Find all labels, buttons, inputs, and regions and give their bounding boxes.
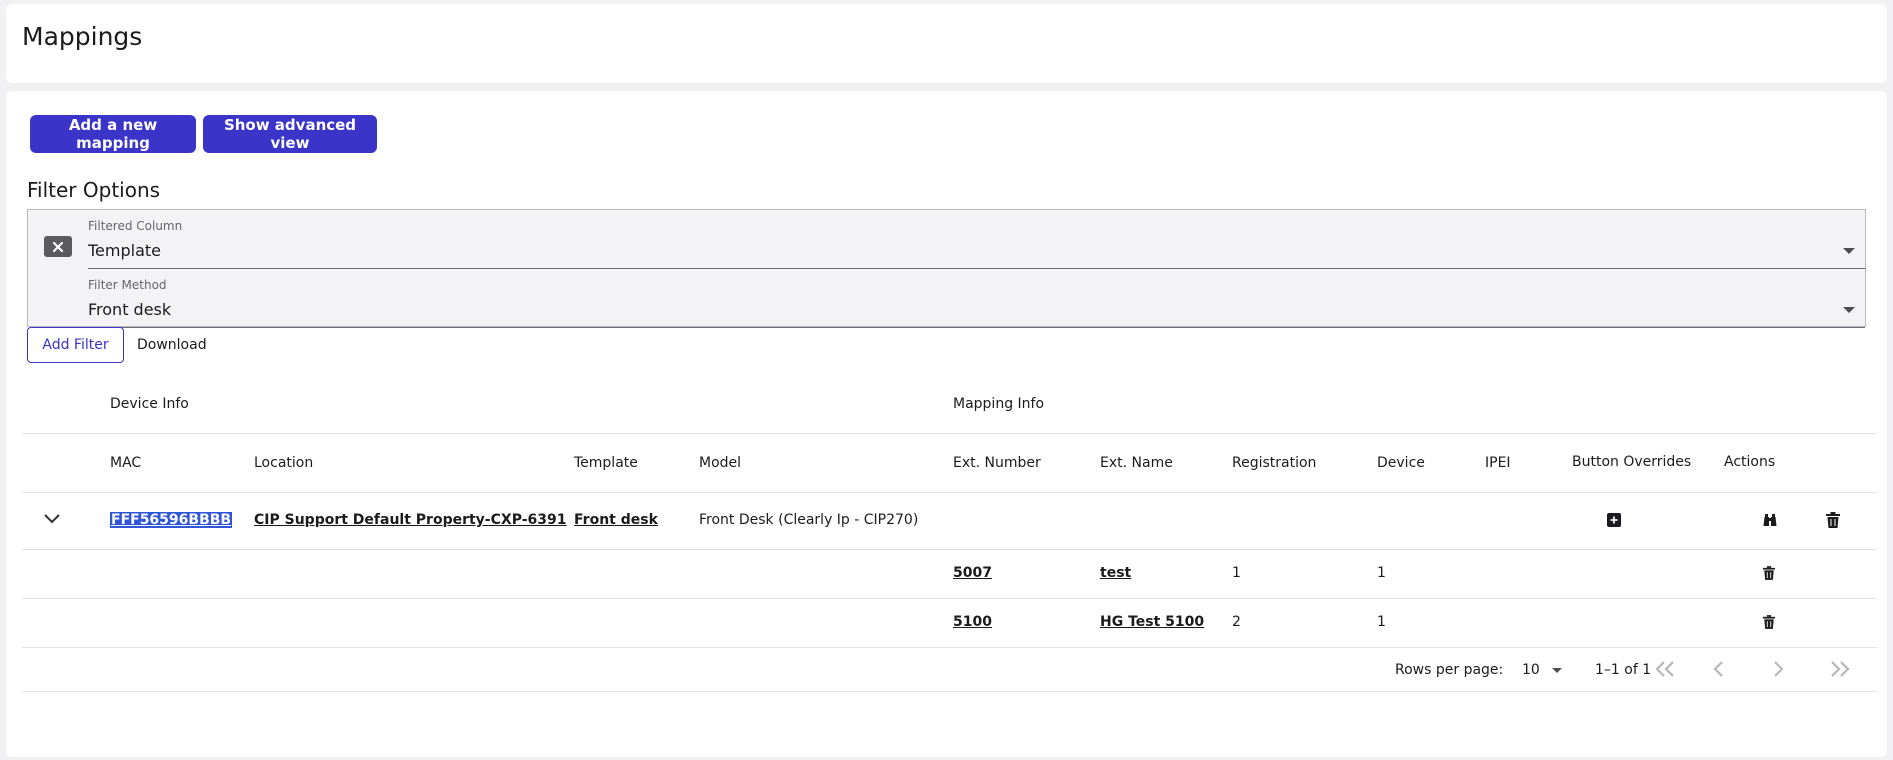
filtered-column-value: Template bbox=[88, 241, 162, 260]
ext-number-link[interactable]: 5100 bbox=[953, 614, 992, 630]
filter-method-select[interactable]: Filter Method Front desk bbox=[88, 269, 1865, 328]
ext-name-link[interactable]: test bbox=[1100, 565, 1131, 581]
chevron-down-icon bbox=[1843, 307, 1855, 313]
column-header-button-overrides: Button Overrides bbox=[1572, 454, 1692, 470]
column-header-actions: Actions bbox=[1724, 454, 1776, 470]
add-mapping-button[interactable]: Add a new mapping bbox=[30, 115, 196, 153]
chevron-down-icon bbox=[1552, 667, 1563, 673]
column-header-mac[interactable]: MAC bbox=[110, 455, 141, 471]
rows-per-page-value: 10 bbox=[1522, 662, 1540, 678]
table-row: FFF56596BBBB CIP Support Default Propert… bbox=[22, 493, 1877, 550]
filter-method-value: Front desk bbox=[88, 300, 172, 319]
add-button-override-button[interactable] bbox=[1607, 513, 1621, 527]
chevron-left-icon bbox=[1713, 661, 1723, 677]
delete-mapping-button[interactable] bbox=[1763, 566, 1775, 580]
next-page-button[interactable] bbox=[1770, 659, 1786, 679]
pagination-range: 1–1 of 1 bbox=[1595, 662, 1652, 678]
registration-value: 2 bbox=[1232, 614, 1241, 630]
chevron-down-icon bbox=[44, 514, 60, 524]
filtered-column-label: Filtered Column bbox=[88, 219, 183, 233]
title-card: Mappings bbox=[6, 4, 1887, 83]
pagination-bar: Rows per page: 10 1–1 of 1 bbox=[22, 648, 1877, 692]
mapping-info-group-header: Mapping Info bbox=[953, 396, 1045, 412]
table-row: 5100 HG Test 5100 2 1 bbox=[22, 599, 1877, 648]
download-button[interactable]: Download bbox=[129, 327, 215, 363]
previous-page-button[interactable] bbox=[1711, 659, 1727, 679]
rows-per-page-label: Rows per page: bbox=[1395, 662, 1504, 678]
device-mac-link[interactable]: FFF56596BBBB bbox=[110, 512, 233, 528]
ext-name-link[interactable]: HG Test 5100 bbox=[1100, 614, 1204, 630]
first-page-button[interactable] bbox=[1652, 659, 1678, 679]
add-filter-button[interactable]: Add Filter bbox=[27, 327, 124, 363]
device-template-link[interactable]: Front desk bbox=[574, 512, 658, 528]
last-page-button[interactable] bbox=[1827, 659, 1853, 679]
trash-icon bbox=[1763, 566, 1775, 580]
column-header-ipei[interactable]: IPEI bbox=[1485, 455, 1511, 471]
device-info-group-header: Device Info bbox=[110, 396, 189, 412]
filter-method-label: Filter Method bbox=[88, 278, 167, 292]
filter-panel: Filtered Column Template Filter Method F… bbox=[27, 209, 1866, 328]
view-device-button[interactable] bbox=[1762, 513, 1778, 527]
filter-options-heading: Filter Options bbox=[27, 178, 161, 202]
column-header-model[interactable]: Model bbox=[699, 455, 741, 471]
binoculars-icon bbox=[1763, 514, 1777, 526]
trash-icon bbox=[1763, 615, 1775, 629]
device-model: Front Desk (Clearly Ip - CIP270) bbox=[699, 512, 919, 528]
column-header-device[interactable]: Device bbox=[1377, 455, 1425, 471]
page-title: Mappings bbox=[22, 22, 143, 51]
chevrons-right-icon bbox=[1831, 661, 1850, 677]
trash-icon bbox=[1826, 512, 1840, 528]
column-header-ext-name[interactable]: Ext. Name bbox=[1100, 455, 1173, 471]
table-group-header-row: Device Info Mapping Info bbox=[22, 374, 1877, 434]
ext-number-link[interactable]: 5007 bbox=[953, 565, 992, 581]
expand-row-button[interactable] bbox=[43, 513, 61, 525]
device-count-value: 1 bbox=[1377, 614, 1386, 630]
table-row: 5007 test 1 1 bbox=[22, 550, 1877, 599]
column-header-location[interactable]: Location bbox=[254, 455, 313, 471]
column-header-ext-number[interactable]: Ext. Number bbox=[953, 455, 1041, 471]
delete-mapping-button[interactable] bbox=[1763, 615, 1775, 629]
column-header-template[interactable]: Template bbox=[574, 455, 638, 471]
main-card: Add a new mapping Show advanced view Fil… bbox=[6, 91, 1887, 757]
device-location-link[interactable]: CIP Support Default Property-CXP-6391 bbox=[254, 512, 566, 528]
plus-box-icon bbox=[1607, 513, 1621, 527]
filtered-column-select[interactable]: Filtered Column Template bbox=[88, 210, 1865, 269]
chevron-down-icon bbox=[1843, 248, 1855, 254]
remove-filter-button[interactable] bbox=[44, 236, 72, 257]
close-icon bbox=[52, 241, 64, 252]
show-advanced-view-button[interactable]: Show advanced view bbox=[203, 115, 377, 153]
registration-value: 1 bbox=[1232, 565, 1241, 581]
chevron-right-icon bbox=[1774, 661, 1784, 677]
chevrons-left-icon bbox=[1655, 661, 1674, 677]
delete-device-button[interactable] bbox=[1826, 512, 1840, 528]
column-header-registration[interactable]: Registration bbox=[1232, 455, 1316, 471]
rows-per-page-select[interactable]: 10 bbox=[1522, 659, 1563, 681]
table-column-header-row: MAC Location Template Model Ext. Number … bbox=[22, 434, 1877, 493]
device-count-value: 1 bbox=[1377, 565, 1386, 581]
